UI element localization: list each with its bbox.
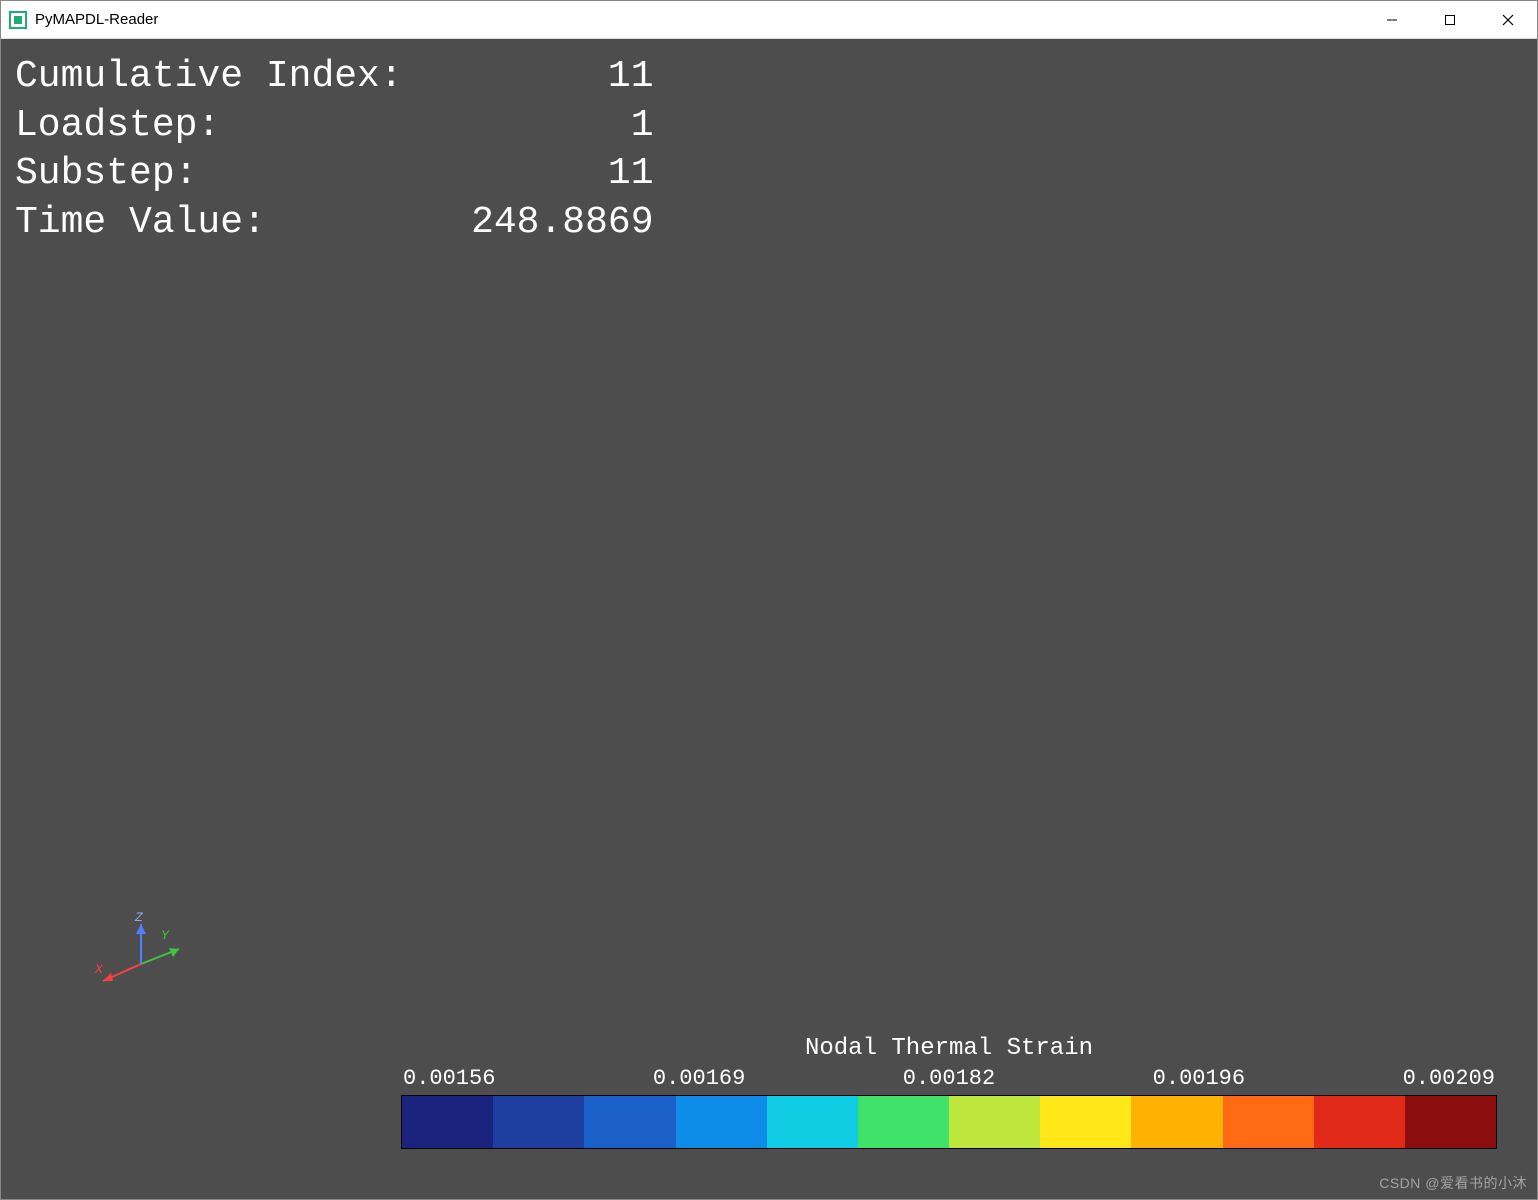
app-icon bbox=[9, 11, 27, 29]
colorbar-tick: 0.00209 bbox=[1403, 1066, 1495, 1091]
colorbar-slot bbox=[767, 1096, 858, 1148]
axis-y-label: Y bbox=[161, 928, 170, 943]
colorbar-tick: 0.00169 bbox=[653, 1066, 745, 1091]
colorbar-slot bbox=[402, 1096, 493, 1148]
colorbar-tick: 0.00156 bbox=[403, 1066, 495, 1091]
beam-mesh-plot bbox=[161, 289, 1061, 729]
titlebar[interactable]: PyMAPDL-Reader bbox=[1, 1, 1537, 39]
colorbar: Nodal Thermal Strain 0.001560.001690.001… bbox=[401, 1035, 1497, 1149]
colorbar-tick: 0.00196 bbox=[1153, 1066, 1245, 1091]
colorbar-slot bbox=[1131, 1096, 1222, 1148]
colorbar-slot bbox=[493, 1096, 584, 1148]
axis-z-label: Z bbox=[134, 910, 144, 925]
maximize-button[interactable] bbox=[1421, 1, 1479, 39]
colorbar-slot bbox=[1040, 1096, 1131, 1148]
colorbar-ticks: 0.00156 0.00169 0.00182 0.00196 0.00209 bbox=[401, 1066, 1497, 1091]
render-viewport[interactable]: Cumulative Index: 11 Loadstep: 1 Substep… bbox=[1, 39, 1537, 1199]
colorbar-gradient bbox=[401, 1095, 1497, 1149]
colorbar-slot bbox=[949, 1096, 1040, 1148]
window-title: PyMAPDL-Reader bbox=[35, 11, 158, 28]
colorbar-slot bbox=[1405, 1096, 1496, 1148]
colorbar-slot bbox=[584, 1096, 675, 1148]
colorbar-slot bbox=[858, 1096, 949, 1148]
colorbar-title: Nodal Thermal Strain bbox=[401, 1035, 1497, 1062]
colorbar-slot bbox=[676, 1096, 767, 1148]
close-button[interactable] bbox=[1479, 1, 1537, 39]
axis-x-label: X bbox=[94, 962, 104, 977]
colorbar-slot bbox=[1314, 1096, 1405, 1148]
minimize-button[interactable] bbox=[1363, 1, 1421, 39]
app-window: PyMAPDL-Reader Cumulative Index: 11 Load… bbox=[0, 0, 1538, 1200]
result-info-overlay: Cumulative Index: 11 Loadstep: 1 Substep… bbox=[15, 53, 654, 248]
colorbar-tick: 0.00182 bbox=[903, 1066, 995, 1091]
watermark-text: CSDN @爱看书的小沐 bbox=[1379, 1173, 1527, 1193]
colorbar-slot bbox=[1223, 1096, 1314, 1148]
orientation-axes-triad: X Y Z bbox=[91, 909, 191, 989]
